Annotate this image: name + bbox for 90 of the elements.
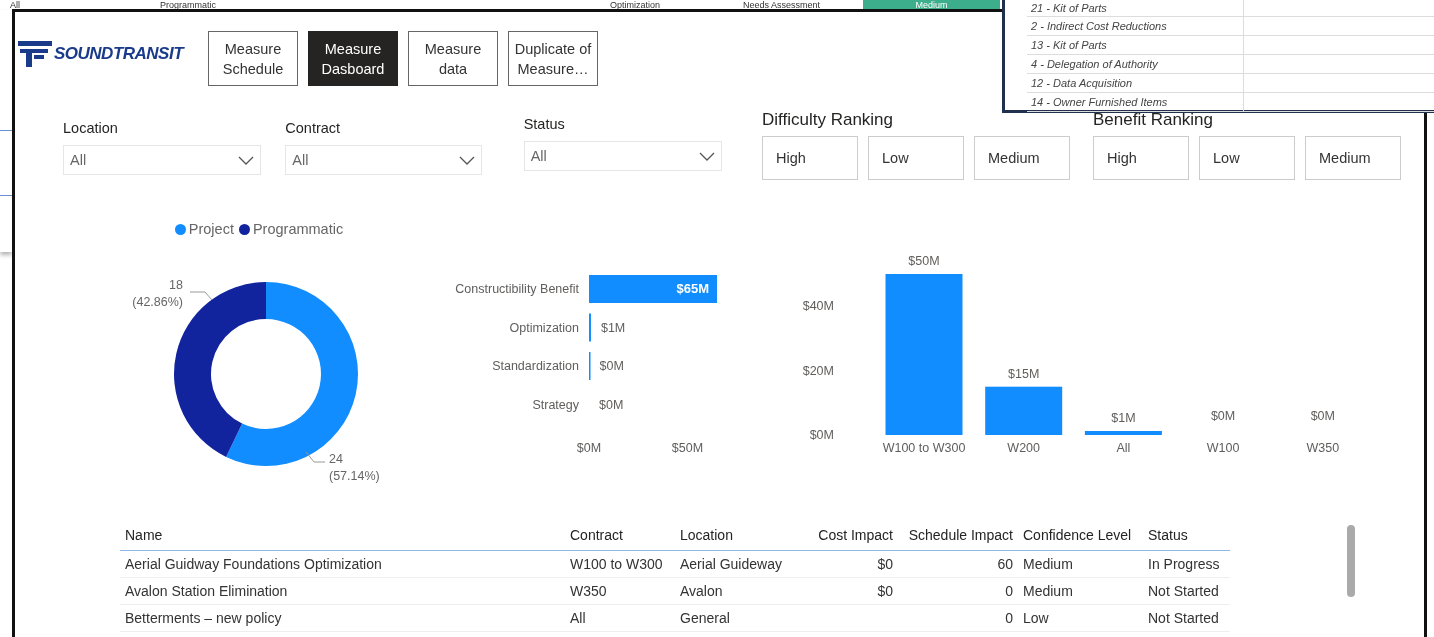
chevron-down-icon <box>699 151 715 161</box>
table-cell-text: All <box>569 610 587 626</box>
slicer-title: Benefit Ranking <box>1093 109 1215 131</box>
data-label: $0M <box>599 359 624 373</box>
filter-label: Contract <box>285 119 342 138</box>
table-cell-text: Betterments – new policy <box>124 610 283 626</box>
data-label: $0M <box>599 397 624 412</box>
scrollbar-thumb[interactable] <box>1347 525 1355 597</box>
table-cell-text: Aerial Guidway Foundations Optimization <box>124 556 383 572</box>
category-label: W200 <box>1007 441 1041 455</box>
table-cell-text: 0 <box>1004 610 1014 626</box>
column-header[interactable]: Schedule Impact <box>898 527 1018 543</box>
table-cell-text: Not Started <box>1147 583 1220 599</box>
data-label: $0M <box>1310 409 1335 423</box>
table-cell-text: In Progress <box>1147 556 1221 572</box>
data-label: $1M <box>600 320 626 335</box>
category-label: Optimization <box>509 320 579 335</box>
table-cell-text: Avalon Station Elimination <box>124 583 289 599</box>
list-item: 2 - Indirect Cost Reductions <box>1030 20 1167 32</box>
list-item: 21 - Kit of Parts <box>1030 2 1107 14</box>
slicer-tile[interactable]: Low <box>868 136 964 180</box>
column-header[interactable]: Cost Impact <box>797 527 898 543</box>
logo-icon <box>18 41 52 67</box>
data-label: 18 (42.86%) <box>132 278 183 309</box>
category-label: W100 <box>1206 441 1240 455</box>
filter-label: Location <box>63 119 119 138</box>
table-cell-text: Aerial Guideway <box>679 556 783 572</box>
sheet-cell: All <box>10 0 20 10</box>
sheet-cell: Needs Assessment <box>743 0 821 10</box>
table-cell-text: $0 <box>876 556 894 572</box>
table-cell-text: $0 <box>876 583 894 599</box>
table-cell-text: 0 <box>1004 583 1014 599</box>
data-label: 24 (57.14%) <box>329 452 380 483</box>
category-label: Strategy <box>532 397 579 412</box>
slicer-tile[interactable]: Medium <box>1305 136 1401 180</box>
dropdown-field[interactable]: All <box>523 141 722 171</box>
slicer-title: Difficulty Ranking <box>762 109 895 131</box>
axis-label: $50M <box>671 441 704 455</box>
axis-label: $0M <box>576 441 602 455</box>
table-cell-text: Not Started <box>1147 610 1220 626</box>
leader-line <box>305 451 326 463</box>
nav-button[interactable]: Measure Dasboard <box>308 31 398 86</box>
column-header[interactable]: Name <box>120 527 565 543</box>
category-label: All <box>1116 441 1131 455</box>
table-cell-text: Medium <box>1022 583 1074 599</box>
list-item: 12 - Data Acquisition <box>1030 77 1133 89</box>
table-cell-text: Low <box>1022 610 1050 626</box>
sheet-cell: Optimization <box>610 0 661 10</box>
table-cell-text: Medium <box>1022 556 1074 572</box>
column-header[interactable]: Status <box>1143 527 1230 543</box>
table-cell-text: W350 <box>569 583 608 599</box>
category-label: W100 to W300 <box>882 441 966 455</box>
list-item: 4 - Delegation of Authority <box>1030 58 1158 70</box>
table-cell-text: General <box>679 610 731 626</box>
column-header[interactable]: Contract <box>565 527 675 543</box>
axis-label: $20M <box>802 363 834 378</box>
dropdown-field[interactable]: All <box>285 145 482 175</box>
list-item: 13 - Kit of Parts <box>1030 39 1107 51</box>
category-label: W350 <box>1306 441 1340 455</box>
leader-line <box>189 291 213 301</box>
slicer-tile[interactable]: High <box>762 136 858 180</box>
table-cell-text: W100 to W300 <box>569 556 664 572</box>
data-label: $0M <box>1210 409 1236 423</box>
data-label: $1M <box>1111 411 1136 425</box>
table-cell-text: Avalon <box>679 583 724 599</box>
legend-label: Programmatic <box>252 221 344 237</box>
nav-button[interactable]: Measure Schedule <box>208 31 298 86</box>
axis-label: $40M <box>802 299 834 314</box>
data-label: $50M <box>908 254 940 268</box>
dropdown-field[interactable]: All <box>63 145 262 175</box>
slicer-tile[interactable]: High <box>1093 136 1189 180</box>
slicer-tile[interactable]: Low <box>1199 136 1295 180</box>
category-label: Standardization <box>492 359 579 373</box>
axis-label: $0M <box>809 428 834 442</box>
nav-button[interactable]: Measure data <box>408 31 498 86</box>
filter-label: Status <box>523 115 566 134</box>
legend-label: Project <box>188 221 234 237</box>
column-header[interactable]: Location <box>675 527 797 543</box>
table-cell-text: 60 <box>996 556 1014 572</box>
chevron-down-icon <box>238 155 255 165</box>
data-label: $15M <box>1008 366 1040 381</box>
data-label: $65M <box>676 281 709 296</box>
nav-button[interactable]: Duplicate of Measure… <box>508 31 598 86</box>
column-header[interactable]: Confidence Level <box>1018 527 1143 543</box>
category-label: Constructibility Benefit <box>455 282 579 296</box>
sheet-cell: Programmatic <box>160 0 216 10</box>
list-item: 14 - Owner Furnished Items <box>1030 96 1168 108</box>
chevron-down-icon <box>458 155 475 165</box>
logo-text: SOUNDTRANSIT <box>54 44 184 64</box>
slicer-tile[interactable]: Medium <box>974 136 1070 180</box>
